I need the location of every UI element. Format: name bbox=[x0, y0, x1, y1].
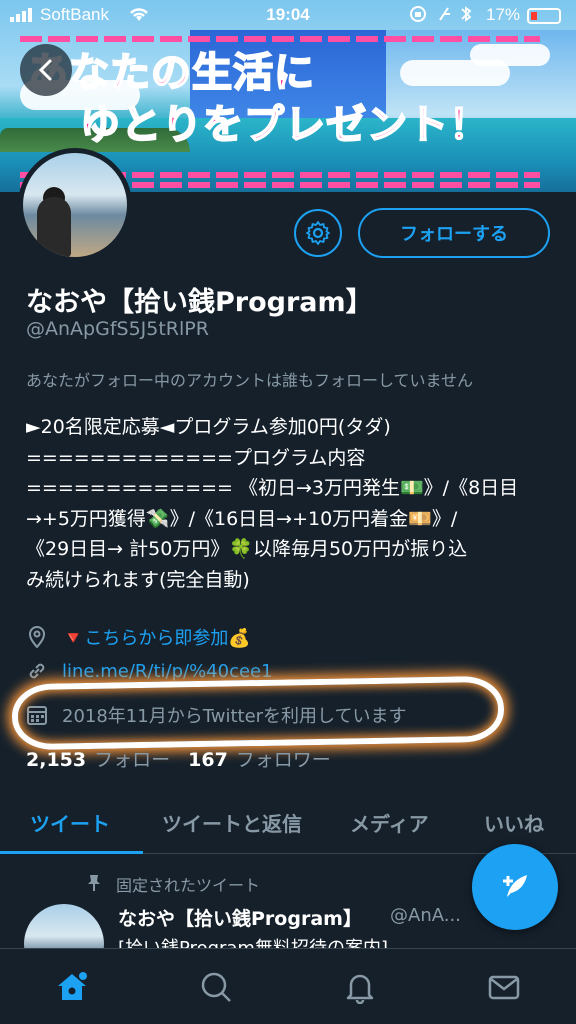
nav-home[interactable] bbox=[52, 967, 92, 1007]
nav-search[interactable] bbox=[196, 967, 236, 1007]
status-bar: SoftBank 19:04 17% bbox=[0, 0, 576, 30]
bio-line: =============プログラム内容 bbox=[26, 446, 366, 469]
following-count[interactable]: 2,153 bbox=[26, 749, 86, 771]
profile-location: 🔻こちらから即参加💰 bbox=[26, 624, 251, 650]
location-text: 🔻こちらから即参加💰 bbox=[62, 628, 251, 649]
bottom-navigation bbox=[0, 948, 576, 1024]
gear-icon bbox=[306, 221, 330, 245]
follow-notice: あなたがフォロー中のアカウントは誰もフォローしていません bbox=[26, 371, 474, 390]
active-tab-indicator bbox=[0, 851, 143, 854]
tweet-author-handle: @AnA... bbox=[390, 905, 461, 926]
banner-cloud bbox=[470, 44, 550, 66]
bio-line: 《29日目→ 計50万円》🍀以降毎月50万円が振り込 bbox=[26, 538, 468, 560]
profile-link[interactable]: line.me/R/ti/p/%40cee1 bbox=[62, 661, 273, 682]
compose-tweet-button[interactable] bbox=[472, 844, 558, 930]
status-icons bbox=[410, 5, 480, 28]
bio-line: →+5万円獲得💸》/《16日目→+10万円着金💴》/ bbox=[26, 507, 458, 530]
search-icon bbox=[201, 972, 231, 1002]
battery-percent: 17% bbox=[486, 5, 521, 24]
profile-name: なおや【拾い銭Program】 bbox=[26, 287, 373, 318]
avatar-person-body bbox=[37, 197, 71, 257]
nav-messages[interactable] bbox=[484, 967, 524, 1007]
back-button[interactable] bbox=[20, 44, 72, 96]
compose-tweet-icon bbox=[503, 875, 527, 897]
battery-icon bbox=[527, 8, 561, 24]
home-icon bbox=[58, 972, 87, 1000]
tab-tweets-and-replies[interactable]: ツイートと返信 bbox=[162, 808, 302, 837]
banner-headline-2: ゆとりをプレゼント！ bbox=[79, 101, 490, 149]
bell-icon bbox=[346, 974, 374, 1004]
settings-button[interactable] bbox=[294, 209, 342, 257]
pin-icon bbox=[86, 874, 102, 896]
bio-line: ►20名限定応募◄プログラム参加0円(タダ) bbox=[26, 416, 391, 438]
follow-button[interactable]: フォローする bbox=[358, 208, 550, 258]
followers-count[interactable]: 167 bbox=[188, 749, 228, 771]
mail-icon bbox=[488, 975, 520, 1000]
followers-label[interactable]: フォロワー bbox=[236, 749, 331, 771]
bio-line: ============= 《初日→3万円発生💵》/《8日目 bbox=[26, 477, 519, 499]
chevron-left-icon bbox=[38, 59, 52, 81]
profile-tabs: ツイート ツイートと返信 メディア いいね bbox=[0, 792, 576, 854]
nav-notifications[interactable] bbox=[340, 967, 380, 1007]
following-label[interactable]: フォロー bbox=[94, 749, 170, 771]
follow-stats: 2,153 フォロー 167 フォロワー bbox=[26, 745, 349, 772]
profile-link-row: line.me/R/ti/p/%40cee1 bbox=[26, 660, 273, 682]
link-icon bbox=[26, 660, 48, 682]
pinned-label: 固定されたツイート bbox=[116, 876, 261, 895]
profile-handle: @AnApGfS5J5tRlPR bbox=[26, 318, 209, 340]
bio-line: み続けられます(完全自動) bbox=[26, 568, 250, 591]
hand-drawn-highlight-circle bbox=[11, 675, 505, 751]
profile-avatar[interactable] bbox=[18, 148, 132, 262]
tab-media[interactable]: メディア bbox=[350, 808, 429, 837]
location-pin-icon bbox=[26, 626, 48, 648]
tab-tweets[interactable]: ツイート bbox=[30, 808, 110, 837]
profile-bio: ►20名限定応募◄プログラム参加0円(タダ) =============プログラ… bbox=[26, 412, 556, 595]
tweet-author-name[interactable]: なおや【拾い銭Program】 bbox=[118, 904, 362, 931]
tab-likes[interactable]: いいね bbox=[484, 808, 544, 837]
